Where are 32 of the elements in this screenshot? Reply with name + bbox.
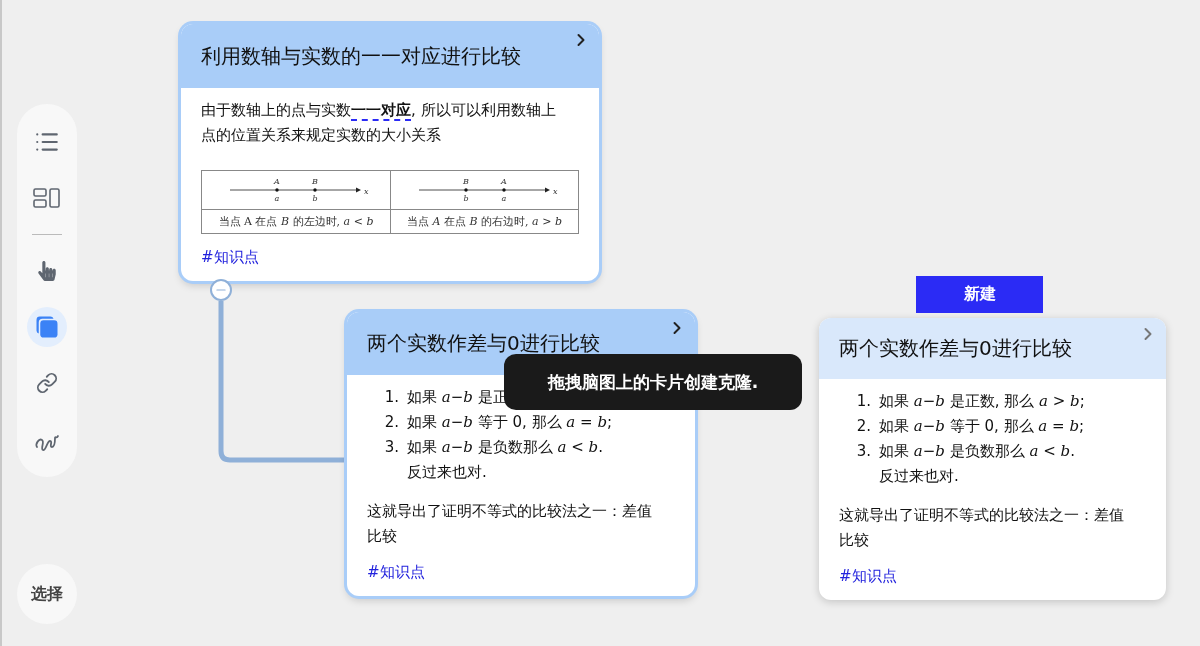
card-text: 由于数轴上的点与实数一一对应, 所以可以利用数轴上点的位置关系来规定实数的大小关系 [201, 100, 557, 146]
card-text: 这就导出了证明不等式的比较法之一：差值比较 [839, 505, 1125, 551]
figure-caption: 当点 A 在点 B 的左边时, a < b [218, 214, 374, 229]
figure-caption: 当点 A 在点 B 的右边时, a > b [407, 214, 562, 229]
point-label: A [274, 177, 280, 186]
point-label: b [312, 194, 318, 203]
point-label: B [463, 177, 469, 186]
list-item-text: 反过来也对. [879, 466, 959, 487]
list-number: 2. [855, 416, 871, 437]
card-title: 利用数轴与实数的一一对应进行比较 [201, 42, 521, 70]
point-label: a [274, 194, 280, 203]
list-item-text: 反过来也对. [407, 462, 487, 483]
axis-label: x [553, 187, 558, 196]
list-number: 1. [855, 391, 871, 412]
list-item-text: 如果 a−b 是负数那么 a < b. [407, 437, 603, 458]
axis-label: x [364, 187, 369, 196]
list-item-text: 如果 a−b 等于 0, 那么 a = b; [407, 412, 613, 433]
list-number: 1. [383, 387, 399, 408]
list-number: 3. [855, 441, 871, 462]
point-label: A [501, 177, 507, 186]
card-title: 两个实数作差与0进行比较 [839, 335, 1072, 362]
point-label: a [501, 194, 507, 203]
point-label: b [463, 194, 469, 203]
list-number: 3. [383, 437, 399, 458]
point-label: B [312, 177, 318, 186]
tooltip: 拖拽脑图上的卡片创建克隆. [504, 354, 802, 410]
list-item-text: 如果 a−b 是负数那么 a < b. [879, 441, 1075, 462]
card-text: 这就导出了证明不等式的比较法之一：差值比较 [367, 501, 653, 547]
list-item-text: 如果 a−b 等于 0, 那么 a = b; [879, 416, 1085, 437]
card-title: 两个实数作差与0进行比较 [367, 330, 600, 357]
list-item-text: 如果 a−b 是正数, 那么 a > b; [879, 391, 1085, 412]
list-number: 2. [383, 412, 399, 433]
